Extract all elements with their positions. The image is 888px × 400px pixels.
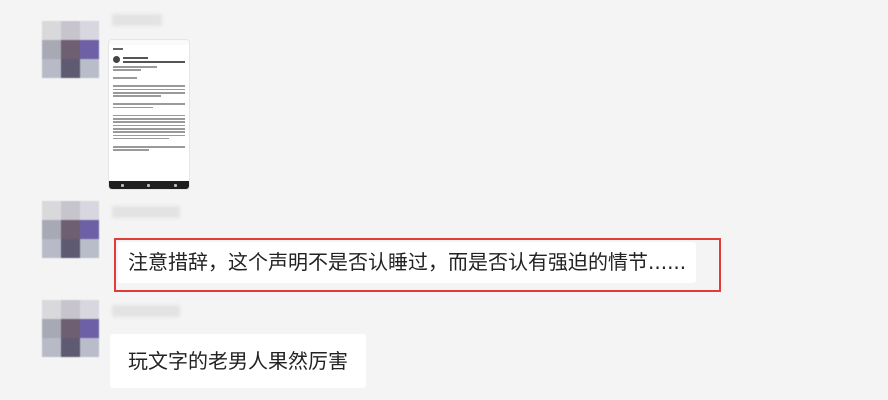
shared-image-thumbnail[interactable] (109, 40, 189, 189)
avatar[interactable] (42, 300, 99, 357)
message-text: 玩文字的老男人果然厉害 (128, 349, 348, 373)
sender-name-blurred (112, 206, 180, 218)
message-bubble[interactable]: 玩文字的老男人果然厉害 (110, 334, 366, 388)
sender-name-blurred (112, 305, 180, 317)
sender-name-blurred (112, 14, 162, 26)
avatar[interactable] (42, 21, 99, 78)
highlight-box (114, 238, 721, 292)
avatar[interactable] (42, 201, 99, 258)
